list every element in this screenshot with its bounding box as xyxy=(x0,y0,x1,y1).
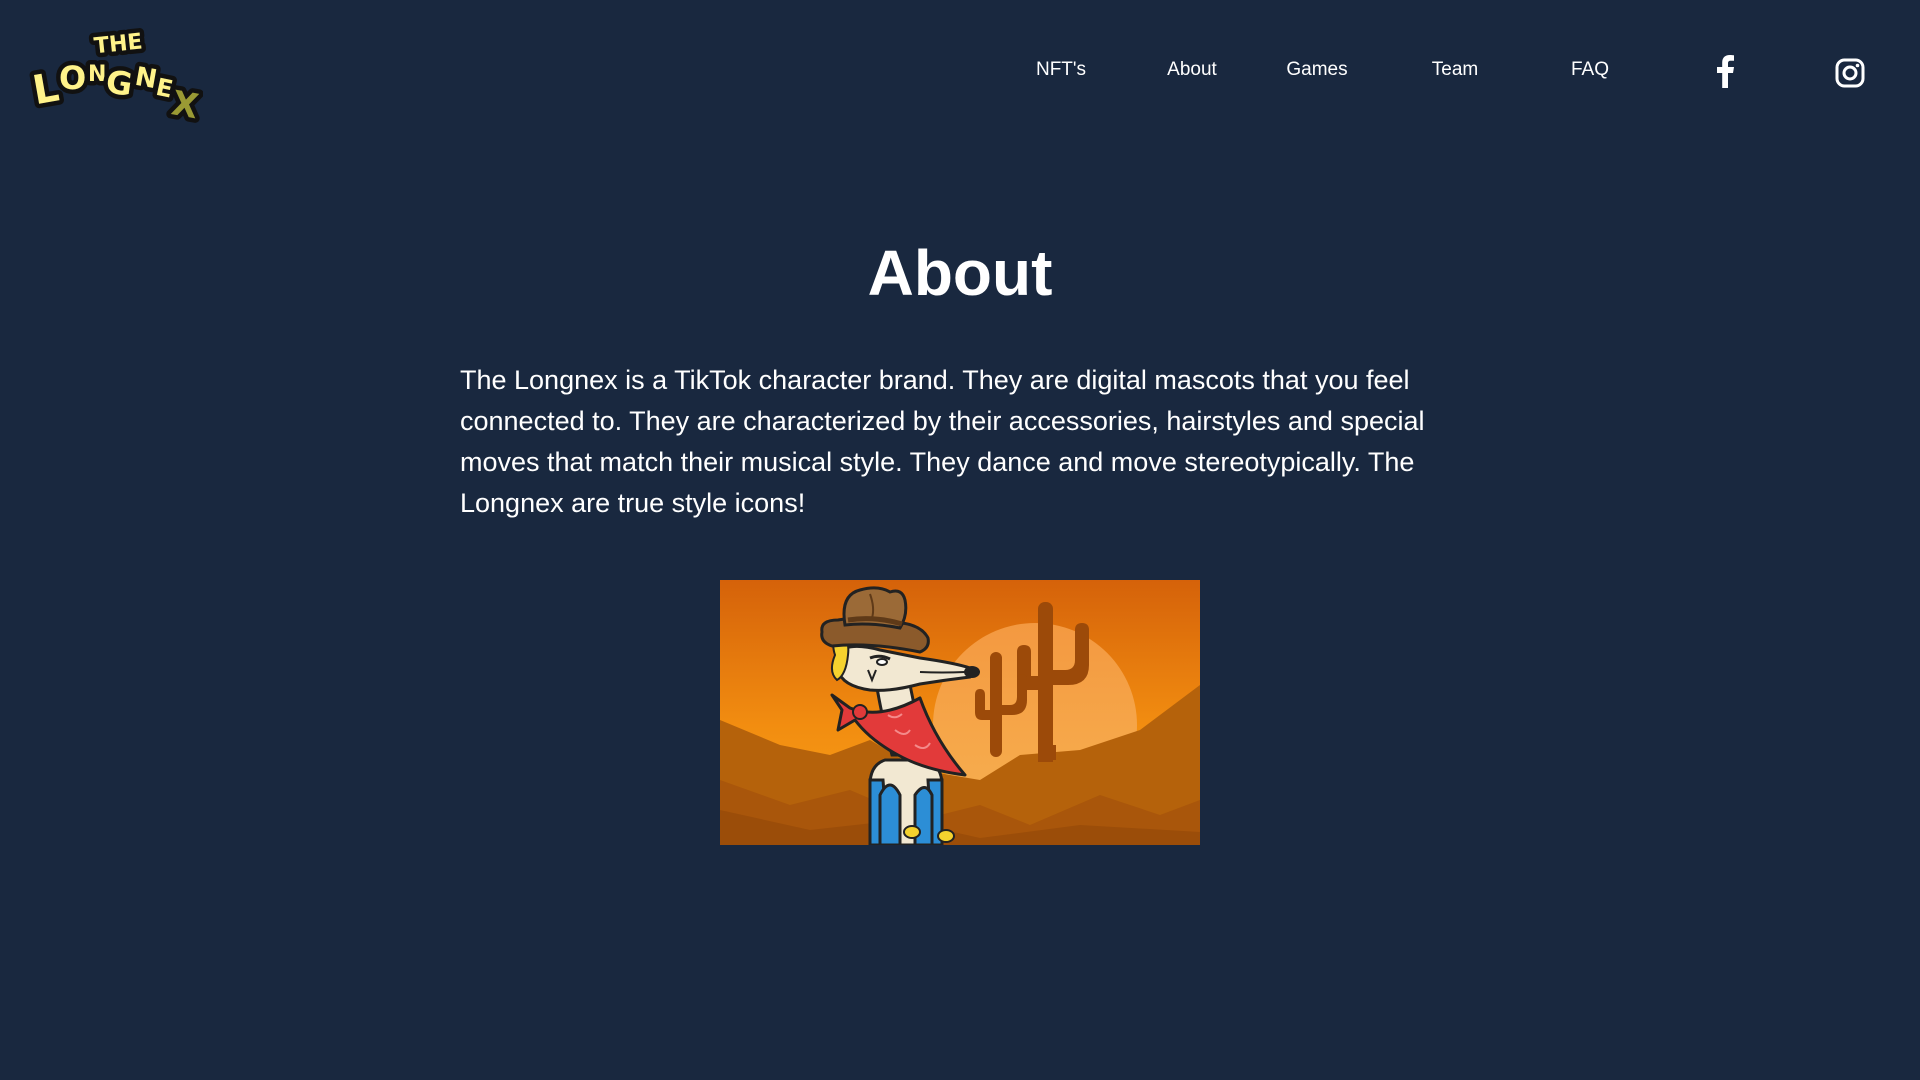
nav-faq-link[interactable]: FAQ xyxy=(1571,59,1609,81)
instagram-icon[interactable] xyxy=(1833,56,1867,90)
main-nav: NFT's About Games Team FAQ xyxy=(0,52,1920,92)
nav-games-link[interactable]: Games xyxy=(1286,59,1347,81)
nav-nfts-link[interactable]: NFT's xyxy=(1036,59,1086,81)
nav-team-link[interactable]: Team xyxy=(1432,59,1478,81)
cowboy-longnex-illustration xyxy=(720,580,1200,845)
about-description: The Longnex is a TikTok character brand.… xyxy=(460,365,1425,518)
hero-image xyxy=(720,580,1200,845)
site-header: THE L O N G N E X NFT's About Games Team… xyxy=(0,0,1920,140)
nav-about-link[interactable]: About xyxy=(1167,59,1217,81)
facebook-icon[interactable] xyxy=(1708,54,1742,88)
page-title: About xyxy=(867,237,1053,309)
